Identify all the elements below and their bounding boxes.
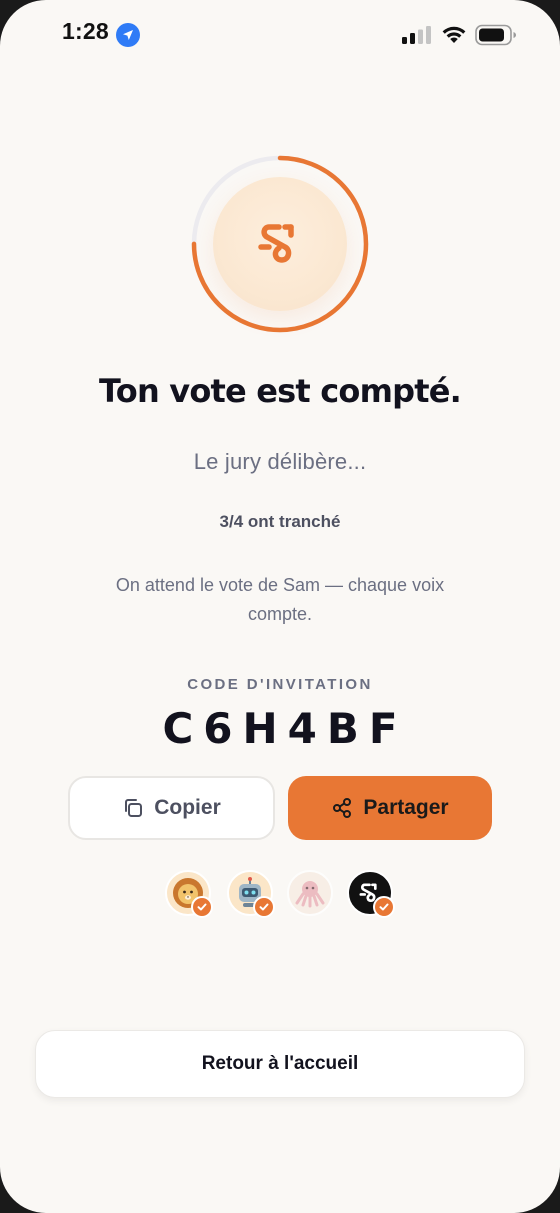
- back-to-home-button[interactable]: Retour à l'accueil: [35, 1030, 525, 1098]
- screen: 1:28 Ton vote est compté. Le jury délibè…: [0, 0, 560, 1213]
- player-avatar: [227, 870, 275, 918]
- location-arrow-icon: [116, 23, 140, 47]
- waiting-message: On attend le vote de Sam — chaque voix c…: [115, 575, 445, 624]
- invite-code-label: CODE D'INVITATION: [187, 676, 373, 693]
- share-button-label: Partager: [363, 796, 449, 819]
- battery-icon: [475, 24, 516, 46]
- page-title: Ton vote est compté.: [98, 372, 462, 410]
- signal-icon: [402, 26, 431, 44]
- player-avatar: [287, 870, 333, 916]
- player-avatar: [165, 870, 213, 918]
- vote-progress-text: 3/4 ont tranché: [219, 512, 341, 531]
- vote-progress-ring: [189, 153, 371, 335]
- squiggle-logo-icon: [258, 224, 294, 263]
- player-avatar: [347, 870, 395, 918]
- share-button[interactable]: Partager: [288, 776, 492, 840]
- copy-icon: [125, 799, 143, 817]
- octopus-icon: [295, 881, 325, 908]
- invite-code[interactable]: C6H4BF: [0, 704, 560, 753]
- voted-check-icon: [253, 896, 275, 918]
- voted-check-icon: [191, 896, 213, 918]
- subtitle: Le jury délibère...: [193, 449, 367, 474]
- wifi-icon: [442, 26, 466, 43]
- player-avatars: [165, 870, 405, 920]
- copy-button-label: Copier: [154, 796, 221, 819]
- share-icon: [333, 798, 352, 818]
- voted-check-icon: [373, 896, 395, 918]
- copy-button[interactable]: Copier: [68, 776, 275, 840]
- status-time: 1:28: [62, 18, 109, 44]
- status-bar: 1:28: [0, 0, 560, 70]
